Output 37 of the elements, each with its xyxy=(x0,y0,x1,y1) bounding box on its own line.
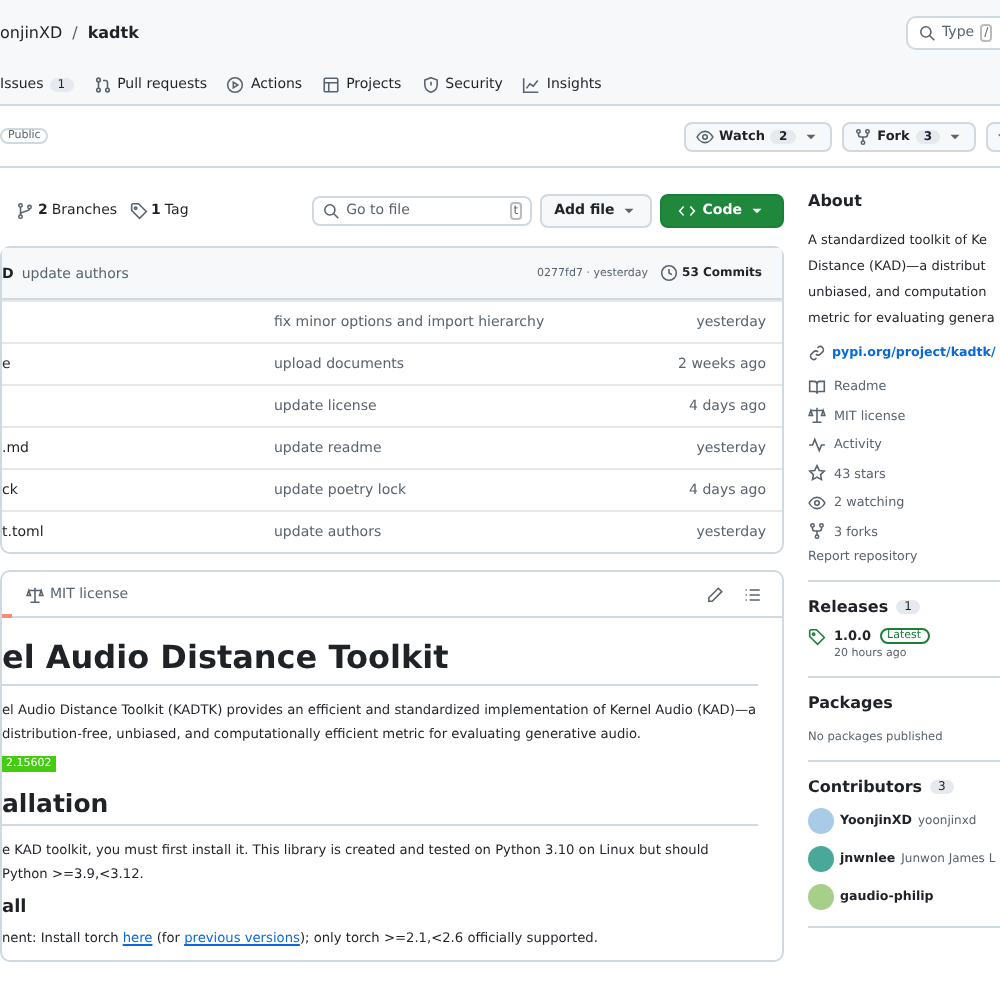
play-circle-icon xyxy=(226,75,245,93)
contributors-heading[interactable]: Contributors xyxy=(808,778,923,796)
book-icon xyxy=(808,377,826,396)
pencil-icon xyxy=(706,585,724,603)
history-icon xyxy=(660,264,679,282)
link-icon xyxy=(808,344,826,362)
fork-icon xyxy=(853,127,872,145)
branch-icon xyxy=(16,201,34,219)
list-icon xyxy=(744,585,762,603)
readme-heading: all xyxy=(2,898,29,918)
shield-icon xyxy=(421,75,440,93)
search-icon xyxy=(322,201,341,219)
packages-heading[interactable]: Packages xyxy=(808,694,893,712)
owner-link[interactable]: onjinXD xyxy=(0,23,63,41)
pulse-icon xyxy=(808,435,826,454)
readme-heading: allation xyxy=(2,788,758,826)
avatar[interactable] xyxy=(808,884,834,910)
pull-request-icon xyxy=(93,75,112,93)
path-separator: / xyxy=(72,23,78,41)
tag-icon xyxy=(808,628,826,646)
eye-icon xyxy=(695,127,714,145)
search-icon xyxy=(918,23,936,41)
avatar[interactable] xyxy=(808,846,834,872)
scale-icon xyxy=(808,406,826,425)
fork-icon xyxy=(808,522,826,541)
code-icon xyxy=(678,201,697,219)
star-icon xyxy=(808,464,826,483)
releases-heading[interactable]: Releases xyxy=(808,598,889,616)
eye-icon xyxy=(808,493,826,512)
about-heading: About xyxy=(808,192,862,210)
tag-icon xyxy=(129,201,148,219)
avatar[interactable] xyxy=(808,808,834,834)
repo-link[interactable]: kadtk xyxy=(87,23,139,41)
graph-icon xyxy=(522,75,541,93)
readme-heading: el Audio Distance Toolkit xyxy=(2,638,758,686)
scale-icon xyxy=(26,585,44,603)
table-icon xyxy=(322,75,341,93)
